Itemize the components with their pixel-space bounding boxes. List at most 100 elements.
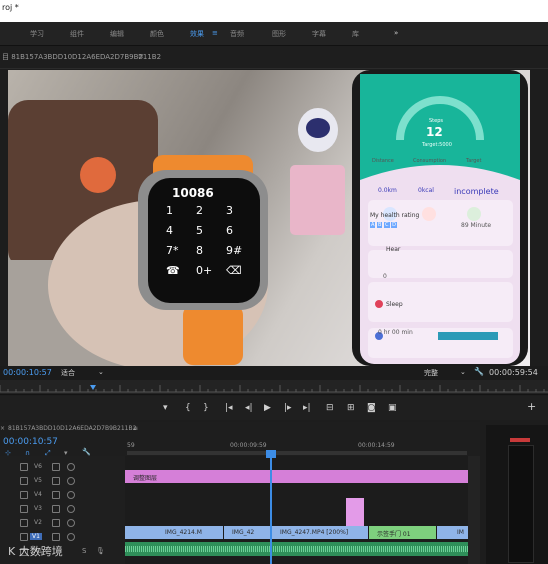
phone-target-value: incomplete [454,187,499,196]
workspace-tab-audio[interactable]: 音频 [230,29,244,39]
eye-icon[interactable] [67,477,75,485]
add-button-icon[interactable]: + [527,401,536,412]
timeline-sequence-tab[interactable]: 81B157A3BDD10D12A6EDA2D7B9B211B2 [8,425,136,432]
track-header[interactable]: V4 [0,488,125,502]
timeline-timecode[interactable]: 00:00:10:57 [3,437,58,447]
transport-controls: ▾ { } |◂ ◂| ▶ |▸ ▸| ⊟ ⊞ ◙ ▣ + [0,396,548,420]
track-header[interactable]: V6 [0,460,125,474]
clip-label: 调整图层 [133,475,158,482]
clip-label: IM [457,529,464,536]
monitor-status-row: 00:00:10:57 适合 ⌄ 完整 ⌄ 🔧 00:00:59:54 [0,366,548,380]
program-monitor-video[interactable]: 10086 1 2 3 4 5 6 7* 8 9# ☎ 0+ ⌫ Steps 1… [8,70,530,366]
timeline-settings-icon[interactable]: 🔧 [82,448,91,456]
watch-key-8: 8 [196,244,203,257]
timeline-work-area-bar[interactable] [127,451,467,455]
audio-clip[interactable] [125,542,468,556]
fit-dropdown-icon[interactable]: ⌄ [98,368,104,376]
video-clip[interactable]: IMG_4214.M [125,526,223,539]
sync-lock-icon[interactable] [52,463,60,471]
quality-dropdown-icon[interactable]: ⌄ [460,368,466,376]
step-back-icon[interactable]: ◂| [245,403,253,413]
watch-band-bottom [183,305,243,365]
adjustment-layer-clip[interactable]: 调整图层 [125,470,468,483]
timeline-close-icon[interactable]: × [0,425,5,432]
track-label: V1 [30,533,42,540]
timeline-menu-icon[interactable]: ≡ [133,425,138,432]
track-header[interactable]: V1 [0,530,125,544]
workspace-tab-color[interactable]: 颜色 [150,29,164,39]
monitor-quality-select[interactable]: 完整 [424,368,438,378]
workspace-more-icon[interactable]: » [394,29,398,37]
timeline-playhead-handle[interactable] [266,450,276,458]
lock-track-icon[interactable] [20,519,28,527]
sync-lock-icon[interactable] [52,519,60,527]
workspace-tab-edit[interactable]: 编辑 [110,29,124,39]
monitor-timecode-current[interactable]: 00:00:10:57 [3,368,52,377]
track-label: V3 [34,505,42,512]
timeline-header: × 81B157A3BDD10D12A6EDA2D7B9B211B2 ≡ 00:… [0,422,480,457]
wrench-icon[interactable]: 🔧 [474,367,484,376]
mark-out-icon[interactable]: } [203,403,209,413]
overlay-clip[interactable] [346,498,364,526]
video-clip[interactable]: IMG_42 [224,526,271,539]
title-clip[interactable]: 示签手门 01 [369,526,436,539]
track-header[interactable]: V3 [0,502,125,516]
window-title: roj * [2,3,19,12]
lock-track-icon[interactable] [20,533,28,541]
sync-lock-icon[interactable] [52,477,60,485]
monitor-fit-select[interactable]: 适合 [61,368,75,378]
phone-target-label: Target [466,158,482,164]
solo-icon[interactable]: S [82,547,86,555]
video-clip-selected[interactable]: IMG_4247.MP4 [200%] [272,526,368,539]
comparison-view-icon[interactable]: ▣ [388,403,397,413]
watch-backspace-icon: ⌫ [226,264,242,277]
lock-track-icon[interactable] [20,491,28,499]
track-header[interactable]: V2 [0,516,125,530]
watermark: K 大数跨境 [8,543,63,559]
eye-icon[interactable] [67,491,75,499]
sync-lock-icon[interactable] [52,491,60,499]
play-icon[interactable]: ▶ [264,403,271,413]
sync-lock-icon[interactable] [52,533,60,541]
workspace-menu-icon[interactable]: ≡ [212,29,218,37]
workspace-tab-libraries[interactable]: 库 [352,29,359,39]
program-monitor-header: 目 81B157A3BDD10D12A6EDA2D7B9B211B2 ≡ [0,46,548,69]
video-clip[interactable]: IM [437,526,468,539]
phone-sleep-label: Sleep [386,301,403,308]
workspace-tab-assembly[interactable]: 组件 [70,29,84,39]
go-to-out-icon[interactable]: ▸| [303,403,311,413]
phone-sleep-value: 0 hr 00 min [378,329,413,336]
ruler-label-start: 59 [127,442,135,449]
export-frame-icon[interactable]: ◙ [367,403,376,413]
extract-icon[interactable]: ⊞ [347,403,355,413]
watch-key-3: 3 [226,204,233,217]
workspace-tab-graphics[interactable]: 图形 [272,29,286,39]
health-letter-a: A [370,222,376,228]
workspace-tab-learn[interactable]: 学习 [30,29,44,39]
add-marker-icon[interactable]: ▾ [163,403,168,413]
eye-icon[interactable] [67,533,75,541]
monitor-time-ruler[interactable] [0,380,548,395]
ruler-label-mid: 00:00:09:59 [230,442,267,449]
lock-track-icon[interactable] [20,505,28,513]
timeline-scrollbar[interactable] [468,456,480,564]
clip-label: 示签手门 01 [377,531,411,538]
go-to-in-icon[interactable]: |◂ [225,403,233,413]
workspace-tab-captions[interactable]: 字幕 [312,29,326,39]
lock-track-icon[interactable] [20,477,28,485]
eye-icon[interactable] [67,505,75,513]
mark-in-icon[interactable]: { [185,403,191,413]
monitor-menu-icon[interactable]: ≡ [138,52,144,60]
phone-health-letters: A B C D [370,222,397,228]
step-forward-icon[interactable]: |▸ [284,403,292,413]
lift-icon[interactable]: ⊟ [326,403,334,413]
track-header[interactable]: V5 [0,474,125,488]
audio-meters [486,425,548,564]
workspace-tab-effects[interactable]: 效果 [190,29,204,39]
clip-label: IMG_4247.MP4 [200%] [280,529,349,536]
eye-icon[interactable] [67,519,75,527]
lock-track-icon[interactable] [20,463,28,471]
eye-icon[interactable] [67,463,75,471]
microphone-icon[interactable]: 🎙 [96,547,105,555]
sync-lock-icon[interactable] [52,505,60,513]
